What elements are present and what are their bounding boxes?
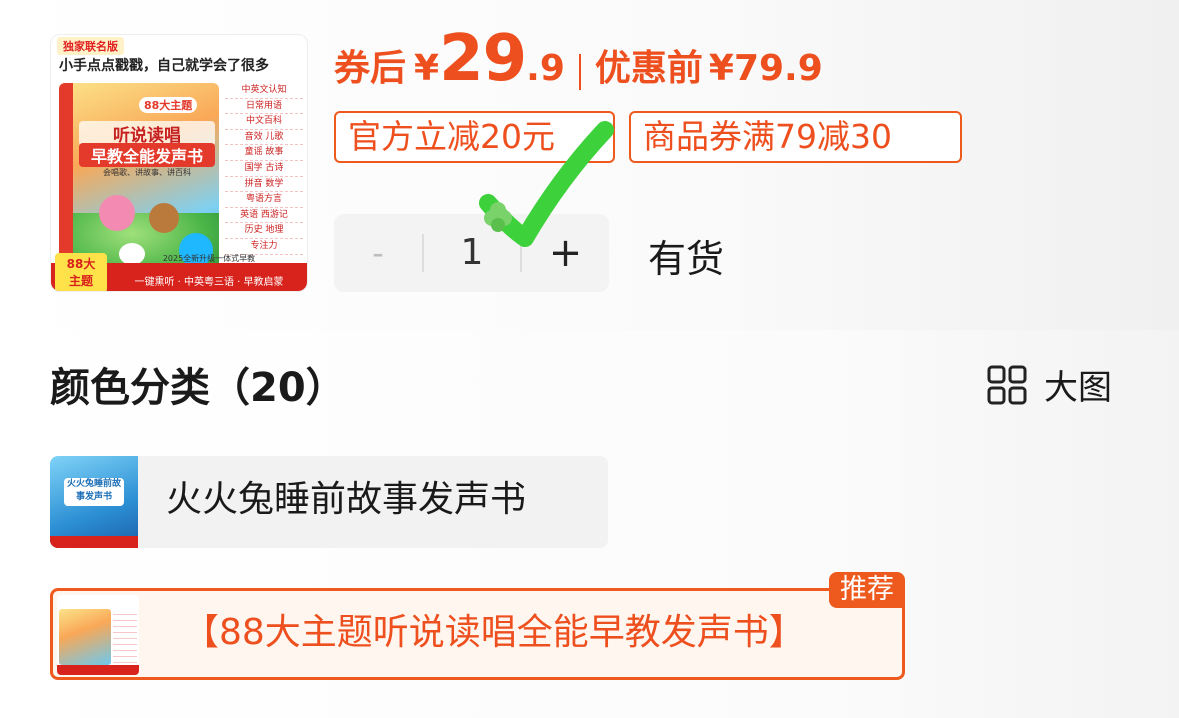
- cover-animal-illustration: [149, 203, 179, 233]
- cover-badge: 独家联名版: [57, 37, 124, 55]
- price-line: 券后 ¥ 29 .9 优惠前 ¥79.9: [334, 22, 823, 102]
- cover-book-art: 88大主题 听说读唱 早教全能发声书 会唱歌、讲故事、讲百科: [59, 83, 219, 281]
- before-discount-label: 优惠前: [594, 48, 703, 89]
- cover-topic: 历史 地理: [225, 223, 303, 239]
- cover-animal-illustration: [99, 195, 135, 231]
- variant-option-selected[interactable]: 【88大主题听说读唱全能早教发声书】: [50, 588, 905, 680]
- after-coupon-price-dec: .9: [526, 48, 565, 89]
- after-coupon-price-int: 29: [439, 22, 527, 96]
- variant-option-label: 火火兔睡前故事发声书: [166, 479, 527, 520]
- grid-icon: [987, 365, 1027, 404]
- product-thumbnail[interactable]: 独家联名版 小手点点戳戳，自己就学会了很多 88大主题 听说读唱 早教全能发声书…: [50, 34, 308, 292]
- cover-topic: 童谣 故事: [225, 145, 303, 161]
- cover-corner-tag-line-1: 88大: [66, 257, 96, 271]
- cover-topic: 拼音 数学: [225, 177, 303, 193]
- cover-topic: 粤语方言: [225, 192, 303, 208]
- variant-option[interactable]: 火火兔睡前故事发声书 火火兔睡前故事发声书: [50, 456, 608, 548]
- variant-thumbnail-title: 火火兔睡前故事发声书: [64, 478, 124, 506]
- cover-topic: 中英文认知: [225, 83, 303, 99]
- decrease-button[interactable]: -: [334, 214, 422, 292]
- large-view-toggle[interactable]: 大图: [986, 360, 1112, 409]
- variant-thumbnail-list: [113, 609, 137, 663]
- cover-book-subtitle: 会唱歌、讲故事、讲百科: [103, 168, 191, 177]
- large-view-label: 大图: [1044, 368, 1112, 408]
- cover-upgrade-note: 2025全新升级一体式早教: [162, 254, 256, 263]
- cover-corner-tag: 88大 主题: [55, 253, 107, 291]
- cover-topic: 日常用语: [225, 99, 303, 115]
- check-icon: [479, 121, 614, 247]
- cover-corner-tag-line-2: 主题: [68, 274, 93, 288]
- cover-topic: 中文百科: [225, 114, 303, 130]
- before-discount-price: ¥79.9: [708, 48, 823, 89]
- recommended-badge: 推荐: [829, 572, 905, 608]
- cover-headline: 小手点点戳戳，自己就学会了很多: [59, 58, 269, 74]
- variant-option-label: 【88大主题听说读唱全能早教发声书】: [183, 612, 805, 653]
- cover-book-tag: 88大主题: [139, 97, 198, 113]
- variant-section-title: 颜色分类（20）: [50, 365, 346, 411]
- price-divider: [578, 54, 581, 90]
- stock-status: 有货: [648, 237, 725, 281]
- variant-thumbnail-bar: [57, 665, 139, 675]
- cover-topic: 音效 儿歌: [225, 130, 303, 146]
- variant-thumbnail-bar: [50, 536, 138, 548]
- cover-book-title-2: 早教全能发声书: [79, 143, 215, 167]
- currency-symbol: ¥: [414, 48, 440, 89]
- after-coupon-label: 券后: [334, 48, 407, 89]
- coupon-store-voucher[interactable]: 商品券满79减30: [629, 111, 962, 163]
- cover-topic: 国学 古诗: [225, 161, 303, 177]
- variant-thumbnail-book: [59, 609, 111, 665]
- cover-topic-list: 中英文认知 日常用语 中文百科 音效 儿歌 童谣 故事 国学 古诗 拼音 数学 …: [225, 83, 303, 255]
- cover-slogan: 一键熏听 · 中英粤三语 · 早教启蒙: [134, 277, 284, 288]
- cover-topic: 英语 西游记: [225, 208, 303, 224]
- cover-spine: [59, 83, 73, 281]
- variant-thumbnail: 火火兔睡前故事发声书: [50, 456, 138, 548]
- variant-thumbnail: [57, 595, 139, 675]
